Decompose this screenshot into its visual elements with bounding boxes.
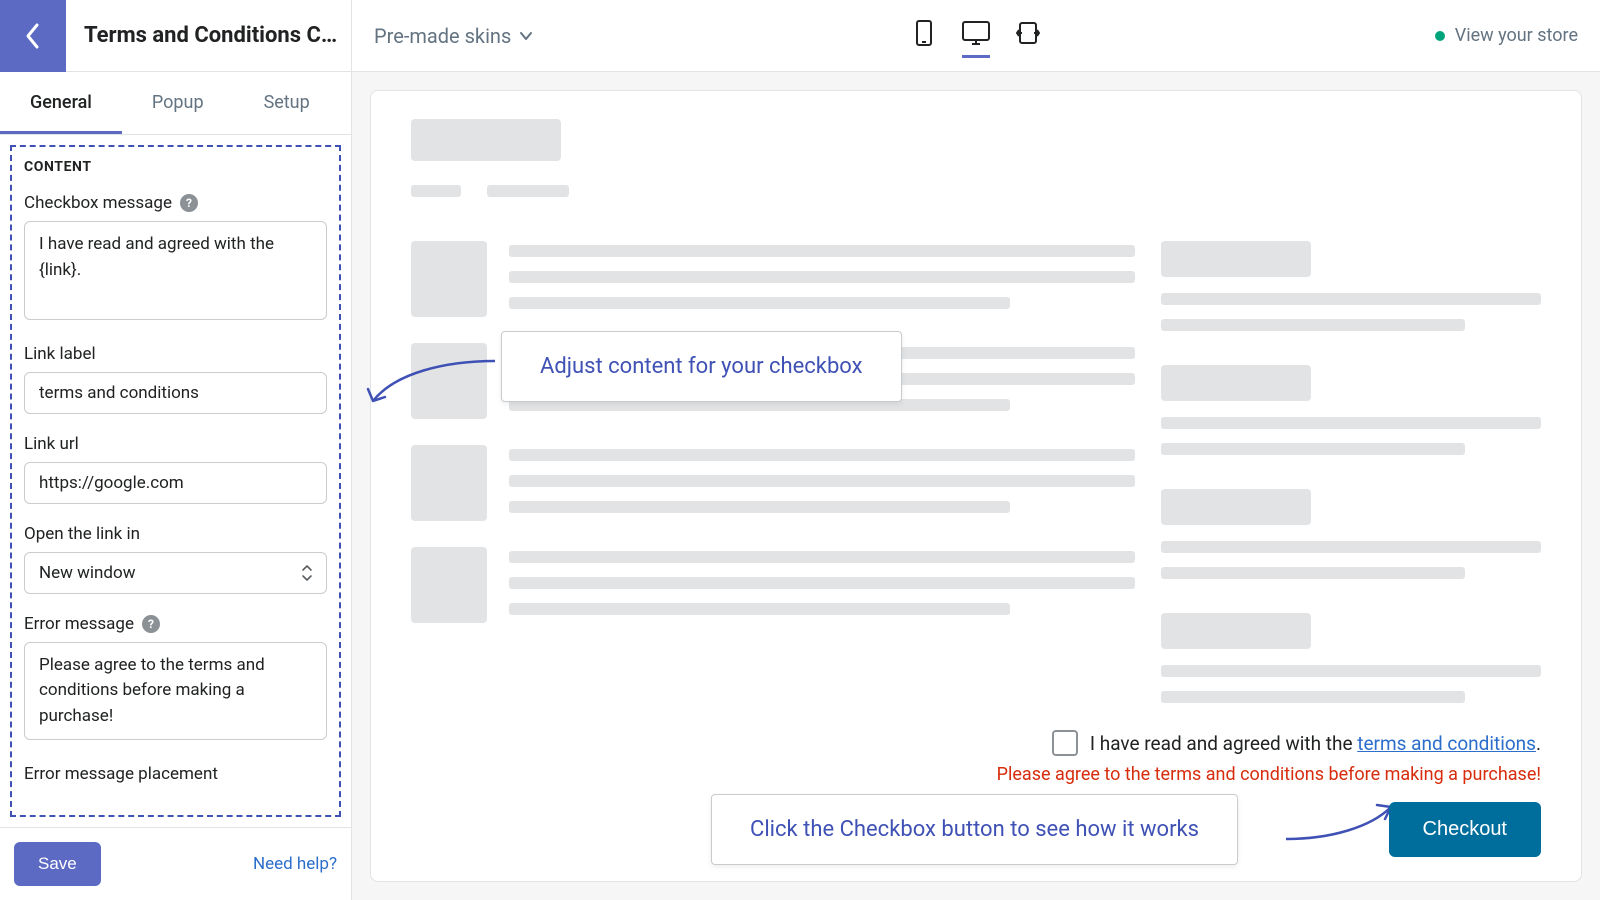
- skeleton-line: [1161, 567, 1465, 579]
- skeleton-thumb: [411, 445, 487, 521]
- skeleton-line: [1161, 319, 1465, 331]
- device-fullwidth-button[interactable]: [1014, 14, 1042, 58]
- chevron-down-icon: [519, 31, 533, 41]
- skeleton-thumb: [411, 241, 487, 317]
- chevron-left-icon: [24, 21, 42, 51]
- skeleton-line: [509, 297, 1010, 309]
- skeleton-line: [1161, 417, 1541, 429]
- link-url-input[interactable]: [24, 462, 327, 504]
- preview-canvas: Adjust content for your checkbox Click t…: [370, 90, 1582, 882]
- skeleton-line: [509, 475, 1135, 487]
- skeleton-line: [509, 603, 1010, 615]
- sidebar-tabs: General Popup Setup: [0, 72, 351, 135]
- view-store-link[interactable]: View your store: [1435, 25, 1578, 46]
- skeleton-line: [1161, 665, 1541, 677]
- error-placement-label: Error message placement: [24, 764, 327, 784]
- open-link-label: Open the link in: [24, 524, 327, 544]
- error-message-input[interactable]: Please agree to the terms and conditions…: [24, 642, 327, 741]
- skeleton-line: [509, 271, 1135, 283]
- checkbox-message-label: Checkbox message: [24, 193, 172, 213]
- skeleton-line: [509, 577, 1135, 589]
- link-url-label: Link url: [24, 434, 327, 454]
- callout-click-checkbox: Click the Checkbox button to see how it …: [711, 794, 1238, 865]
- mobile-icon: [916, 20, 932, 46]
- callout-adjust-content: Adjust content for your checkbox: [501, 331, 902, 402]
- tab-setup[interactable]: Setup: [234, 72, 340, 134]
- link-label-label: Link label: [24, 344, 327, 364]
- skeleton-block: [1161, 613, 1311, 649]
- terms-link[interactable]: terms and conditions: [1357, 732, 1536, 755]
- arrow-icon: [1281, 797, 1401, 847]
- device-desktop-button[interactable]: [962, 14, 990, 58]
- skeleton-block: [1161, 241, 1311, 277]
- consent-text: I have read and agreed with the terms an…: [1090, 732, 1541, 755]
- checkbox-message-input[interactable]: I have read and agreed with the {link}.: [24, 221, 327, 320]
- skeleton-line: [1161, 293, 1541, 305]
- device-mobile-button[interactable]: [910, 14, 938, 58]
- skeleton-block: [411, 119, 561, 161]
- checkout-button[interactable]: Checkout: [1389, 802, 1542, 857]
- save-button[interactable]: Save: [14, 842, 101, 886]
- arrow-icon: [365, 353, 505, 413]
- panel-title: Terms and Conditions Ch…: [66, 23, 351, 48]
- consent-error-text: Please agree to the terms and conditions…: [997, 764, 1541, 785]
- tab-general[interactable]: General: [0, 72, 122, 134]
- help-icon[interactable]: ?: [180, 194, 198, 212]
- skeleton-block: [1161, 365, 1311, 401]
- expand-icon: [1016, 22, 1040, 44]
- link-label-input[interactable]: [24, 372, 327, 414]
- skeleton-line: [1161, 691, 1465, 703]
- skins-dropdown-label: Pre-made skins: [374, 24, 511, 48]
- need-help-link[interactable]: Need help?: [253, 854, 337, 874]
- view-store-label: View your store: [1455, 25, 1578, 46]
- skeleton-line: [509, 449, 1135, 461]
- skeleton-line: [1161, 443, 1465, 455]
- content-section-highlight: CONTENT Checkbox message ? I have read a…: [10, 145, 341, 817]
- terms-checkbox[interactable]: [1052, 730, 1078, 756]
- skeleton-thumb: [411, 547, 487, 623]
- skeleton-line: [509, 551, 1135, 563]
- error-message-label: Error message: [24, 614, 134, 634]
- back-button[interactable]: [0, 0, 66, 72]
- skeleton-line: [411, 185, 461, 197]
- content-section-label: CONTENT: [24, 159, 327, 175]
- skeleton-line: [509, 245, 1135, 257]
- skeleton-block: [1161, 489, 1311, 525]
- open-link-select[interactable]: New window: [24, 552, 327, 594]
- status-dot-icon: [1435, 31, 1445, 41]
- tab-popup[interactable]: Popup: [122, 72, 234, 134]
- desktop-icon: [962, 21, 990, 45]
- help-icon[interactable]: ?: [142, 615, 160, 633]
- skeleton-line: [509, 501, 1010, 513]
- skeleton-line: [1161, 541, 1541, 553]
- skins-dropdown[interactable]: Pre-made skins: [374, 24, 533, 48]
- skeleton-line: [487, 185, 569, 197]
